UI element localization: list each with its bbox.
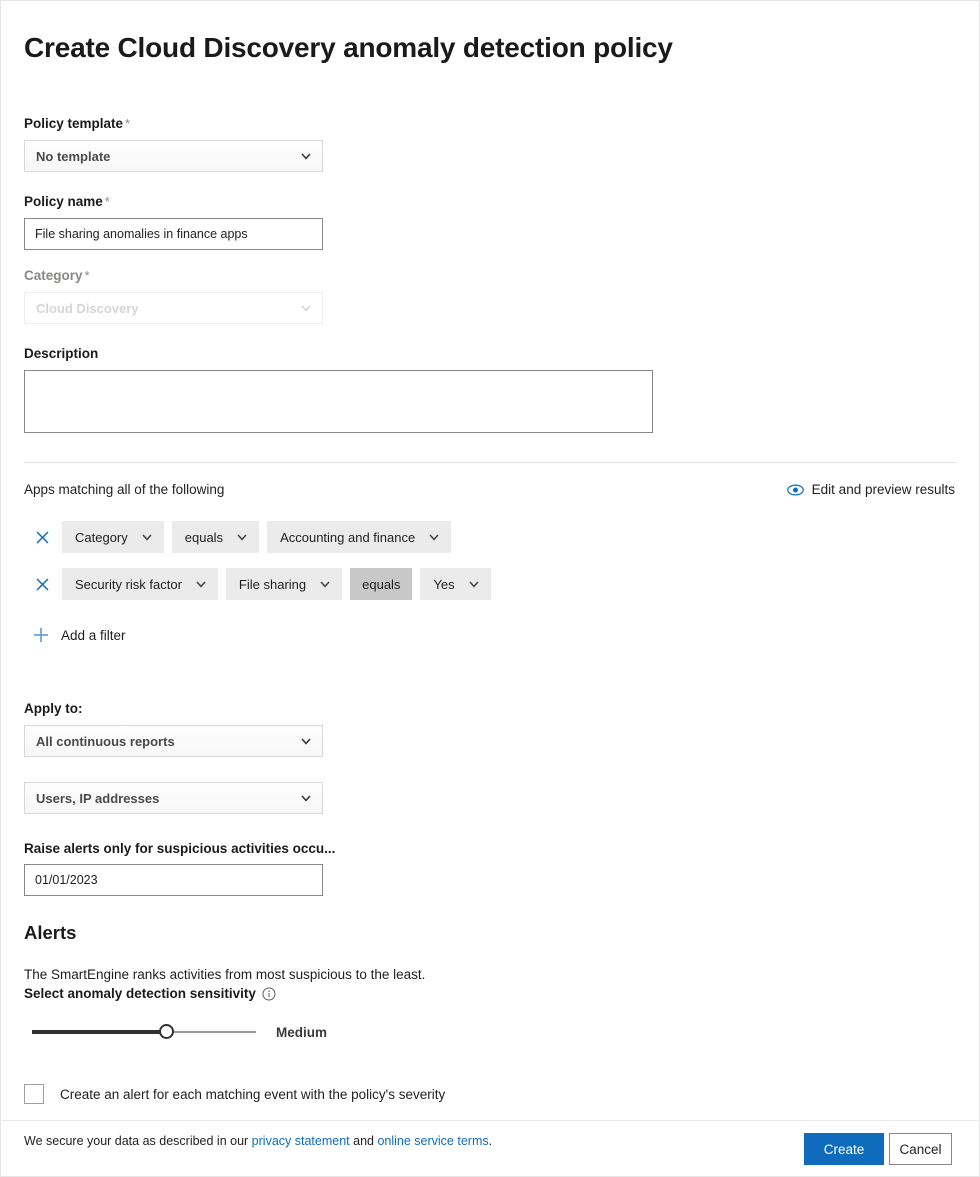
chevron-down-icon: [300, 302, 312, 314]
add-filter-button[interactable]: Add a filter: [32, 626, 126, 644]
edit-preview-results-link[interactable]: Edit and preview results: [787, 482, 955, 497]
policy-name-input[interactable]: File sharing anomalies in finance apps: [24, 218, 323, 250]
chevron-down-icon: [141, 531, 153, 543]
category-dropdown: Cloud Discovery: [24, 292, 323, 324]
raise-alerts-date-input[interactable]: 01/01/2023: [24, 864, 323, 896]
close-icon: [36, 531, 49, 544]
cancel-button[interactable]: Cancel: [889, 1133, 952, 1165]
chevron-down-icon: [300, 792, 312, 804]
alerts-description: The SmartEngine ranks activities from mo…: [24, 967, 425, 982]
continuous-reports-dropdown[interactable]: All continuous reports: [24, 725, 323, 757]
filters-caption: Apps matching all of the following: [24, 482, 224, 497]
slider-track-fill: [32, 1030, 166, 1034]
privacy-statement-link[interactable]: privacy statement: [252, 1134, 350, 1148]
description-textarea[interactable]: [24, 370, 653, 433]
policy-template-label: Policy template*: [24, 116, 130, 131]
policy-template-value: No template: [36, 149, 300, 164]
sensitivity-slider[interactable]: [32, 1022, 256, 1042]
policy-template-dropdown[interactable]: No template: [24, 140, 323, 172]
description-label: Description: [24, 346, 98, 361]
raise-alerts-date-label: Raise alerts only for suspicious activit…: [24, 841, 335, 856]
add-filter-label: Add a filter: [61, 628, 126, 643]
filter-row: Category equals Accounting and finance: [31, 521, 459, 553]
footer-note-suffix: .: [489, 1134, 492, 1148]
edit-preview-results-label: Edit and preview results: [812, 482, 955, 497]
plus-icon: [32, 626, 50, 644]
policy-name-label: Policy name*: [24, 194, 110, 209]
scope-dropdown[interactable]: Users, IP addresses: [24, 782, 323, 814]
footer-divider: [2, 1120, 978, 1121]
section-divider: [24, 462, 956, 463]
sensitivity-slider-wrap: Medium: [32, 1022, 327, 1042]
apply-to-label: Apply to:: [24, 701, 83, 716]
remove-filter-icon[interactable]: [31, 526, 53, 548]
create-alert-each-event-checkbox[interactable]: [24, 1084, 44, 1104]
footer-note-prefix: We secure your data as described in our: [24, 1134, 252, 1148]
chevron-down-icon: [300, 735, 312, 747]
continuous-reports-value: All continuous reports: [36, 734, 300, 749]
create-button[interactable]: Create: [804, 1133, 884, 1165]
create-alert-each-event-checkbox-row[interactable]: Create an alert for each matching event …: [24, 1084, 445, 1104]
filter-field-dropdown[interactable]: Category: [62, 521, 164, 553]
slider-thumb[interactable]: [159, 1024, 174, 1039]
filter-operator-static: equals: [350, 568, 412, 600]
scope-value: Users, IP addresses: [36, 791, 300, 806]
alerts-heading: Alerts: [24, 922, 76, 944]
chevron-down-icon: [319, 578, 331, 590]
category-value: Cloud Discovery: [36, 301, 300, 316]
chevron-down-icon: [195, 578, 207, 590]
chevron-down-icon: [468, 578, 480, 590]
sensitivity-value-label: Medium: [276, 1025, 327, 1040]
raise-alerts-date-value: 01/01/2023: [35, 873, 98, 887]
chevron-down-icon: [300, 150, 312, 162]
footer-note-middle: and: [350, 1134, 378, 1148]
create-policy-panel: Create Cloud Discovery anomaly detection…: [0, 0, 980, 1177]
sensitivity-label-text: Select anomaly detection sensitivity: [24, 986, 256, 1001]
policy-name-value: File sharing anomalies in finance apps: [35, 227, 248, 241]
filter-value-dropdown[interactable]: Accounting and finance: [267, 521, 451, 553]
info-icon[interactable]: [262, 987, 276, 1001]
filter-row: Security risk factor File sharing equals…: [31, 568, 499, 600]
online-service-terms-link[interactable]: online service terms: [377, 1134, 488, 1148]
remove-filter-icon[interactable]: [31, 573, 53, 595]
footer-privacy-note: We secure your data as described in our …: [24, 1134, 492, 1148]
filter-operator-dropdown[interactable]: equals: [172, 521, 259, 553]
filter-field-dropdown[interactable]: Security risk factor: [62, 568, 218, 600]
chevron-down-icon: [236, 531, 248, 543]
chevron-down-icon: [428, 531, 440, 543]
close-icon: [36, 578, 49, 591]
page-title: Create Cloud Discovery anomaly detection…: [24, 32, 673, 64]
filter-value-dropdown[interactable]: Yes: [420, 568, 490, 600]
category-label: Category*: [24, 268, 90, 283]
sensitivity-label: Select anomaly detection sensitivity: [24, 986, 276, 1001]
description-value: [25, 371, 652, 385]
create-alert-each-event-label: Create an alert for each matching event …: [60, 1087, 445, 1102]
eye-icon: [787, 484, 804, 496]
filter-subfield-dropdown[interactable]: File sharing: [226, 568, 342, 600]
